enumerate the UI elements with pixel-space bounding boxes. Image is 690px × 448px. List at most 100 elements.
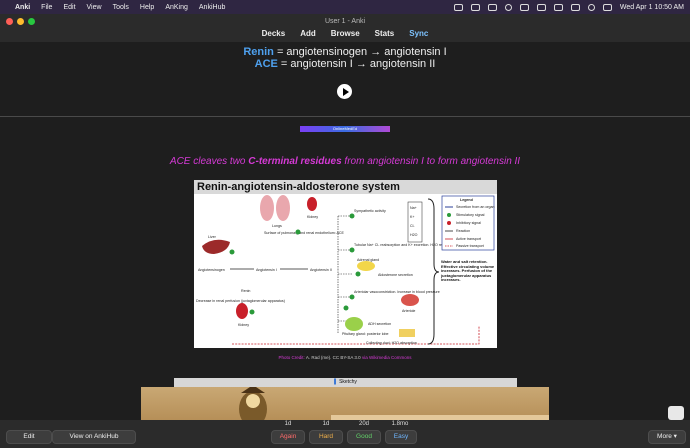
water-salt-note: Water and salt retention. Effective circ… <box>441 260 494 282</box>
interval-good: 20d <box>358 421 369 427</box>
interval-easy: 1.8mo <box>391 421 409 427</box>
front-keyword-ace: ACE <box>254 58 278 70</box>
toolbar-decks[interactable]: Decks <box>262 29 286 42</box>
legend-item-stimulatory: Stimulatory signal <box>456 213 485 217</box>
label-adrenal: Adrenal gland <box>357 258 379 262</box>
lung-right-shape <box>276 195 290 221</box>
minimize-window-button[interactable] <box>17 18 24 25</box>
cloud-sync-icon[interactable] <box>470 3 480 11</box>
label-pituitary: Pituitary gland: posterior lobe <box>342 332 389 336</box>
label-lungs: Lungs <box>272 224 282 228</box>
label-arteriolar: Arteriolar vasoconstriction. Increase in… <box>354 290 440 294</box>
window-titlebar: User 1 - Anki <box>0 14 690 29</box>
back-text-bold: C-terminal residues <box>248 156 342 167</box>
kidney-top-shape <box>307 197 317 211</box>
diagram-title: Renin-angiotensin-aldosterone system <box>194 180 497 194</box>
label-collecting-duct: Collecting duct: H2O absorption <box>366 341 417 345</box>
liver-shape <box>202 239 230 254</box>
toolbar-stats[interactable]: Stats <box>375 29 395 42</box>
label-decrease-perfusion: Decrease in renal perfusion (juxtaglomer… <box>196 299 285 303</box>
menu-ankihub[interactable]: AnkiHub <box>199 4 225 11</box>
sketchy-figure-svg <box>239 387 267 420</box>
menu-file[interactable]: File <box>41 4 52 11</box>
interval-hard: 1d <box>322 421 330 427</box>
view-on-ankihub-button[interactable]: View on AnkiHub <box>52 430 136 444</box>
label-surface: Surface of pulmonary and renal endotheli… <box>264 231 345 235</box>
menu-view[interactable]: View <box>87 4 102 11</box>
review-bottom-bar: Edit View on AnkiHub 1d 1d 20d 1.8mo Aga… <box>0 420 690 448</box>
window-controls <box>6 18 35 25</box>
card-content: Renin = angiotensinogen → angiotensin I … <box>0 42 690 420</box>
label-adh: ADH secretion <box>368 322 391 326</box>
front-text-renin: = angiotensinogen → angiotensin I <box>273 46 447 58</box>
front-text-ace: = angiotensin I → angiotensin II <box>277 58 436 70</box>
label-aldosterone: Aldosterone secretion <box>378 273 413 277</box>
menu-app-name[interactable]: Anki <box>15 4 30 11</box>
legend-item-inhibitory: Inhibitory signal <box>456 221 481 225</box>
music-icon[interactable] <box>519 3 529 11</box>
battery-icon[interactable] <box>553 3 563 11</box>
dropbox-icon[interactable] <box>487 3 497 11</box>
assistant-robot-icon[interactable] <box>668 406 684 420</box>
close-window-button[interactable] <box>6 18 13 25</box>
card-back-text: ACE cleaves two C-terminal residues from… <box>0 156 690 167</box>
onlinemeded-banner[interactable]: OnlineMedEd <box>300 126 390 132</box>
main-toolbar: Decks Add Browse Stats Sync <box>0 29 690 42</box>
label-ion-h2o: H2O <box>410 233 418 237</box>
credit-author: A. Rad (me). CC BY-SA 3.0 <box>305 355 361 360</box>
toolbar-sync[interactable]: Sync <box>409 29 428 42</box>
wifi-icon[interactable] <box>570 3 580 11</box>
menu-edit[interactable]: Edit <box>63 4 75 11</box>
toolbar-add[interactable]: Add <box>300 29 316 42</box>
credit-prefix: Photo Credit: <box>278 355 306 360</box>
menu-tools[interactable]: Tools <box>113 4 129 11</box>
pituitary-shape <box>345 317 363 331</box>
photo-credit: Photo Credit: A. Rad (me). CC BY-SA 3.0 … <box>0 355 690 360</box>
kidney-bottom-shape <box>236 303 248 319</box>
menu-datetime[interactable]: Wed Apr 1 10:50 AM <box>620 4 684 11</box>
menu-help[interactable]: Help <box>140 4 154 11</box>
menu-anking[interactable]: AnKing <box>165 4 188 11</box>
play-audio-button[interactable] <box>337 84 352 99</box>
front-keyword-renin: Renin <box>243 46 274 58</box>
label-angiotensinogen: Angiotensinogen <box>198 268 225 272</box>
hard-button[interactable]: Hard <box>309 430 343 444</box>
zoom-window-button[interactable] <box>28 18 35 25</box>
label-angiotensin-1: Angiotensin I <box>256 268 277 272</box>
label-liver: Liver <box>208 235 217 239</box>
front-line-ace: ACE = angiotensin I → angiotensin II <box>0 58 690 70</box>
legend-item-secretion: Secretion from an organ <box>456 205 495 209</box>
again-button[interactable]: Again <box>271 430 305 444</box>
label-ion-na: Na+ <box>410 206 417 210</box>
label-ion-k: K+ <box>410 215 415 219</box>
credit-source-link[interactable]: via Wikimedia Commons <box>361 355 412 360</box>
label-arteriole: Arteriole <box>402 309 415 313</box>
sketchy-label: Sketchy <box>339 379 357 385</box>
legend-item-active: Active transport <box>456 237 481 241</box>
back-text-post: from angiotensin I to form angiotensin I… <box>341 156 521 167</box>
raas-diagram-image: Renin-angiotensin-aldosterone system Lun… <box>194 180 497 348</box>
cloud-icon[interactable] <box>453 3 463 11</box>
legend-title: Legend <box>460 198 473 202</box>
label-angiotensin-2: Angiotensin II <box>310 268 332 272</box>
toolbar-browse[interactable]: Browse <box>331 29 360 42</box>
card-front: Renin = angiotensinogen → angiotensin I … <box>0 46 690 70</box>
macos-menubar: Anki File Edit View Tools Help AnKing An… <box>0 0 690 14</box>
window-title: User 1 - Anki <box>324 18 366 25</box>
spotlight-search-icon[interactable] <box>587 3 595 11</box>
edit-button[interactable]: Edit <box>6 430 52 444</box>
adrenal-shape <box>357 261 375 271</box>
lung-left-shape <box>260 195 274 221</box>
arteriole-shape <box>401 294 419 306</box>
sketchy-toggle[interactable]: ▌ Sketchy <box>174 378 517 387</box>
brace-shape <box>427 198 440 345</box>
bluetooth-icon[interactable] <box>536 3 546 11</box>
record-icon[interactable] <box>504 3 512 11</box>
control-center-icon[interactable] <box>602 3 612 11</box>
easy-button[interactable]: Easy <box>385 430 417 444</box>
status-area: Wed Apr 1 10:50 AM <box>453 3 684 11</box>
label-renin: Renin <box>241 289 250 293</box>
more-button[interactable]: More ▾ <box>648 430 686 444</box>
good-button[interactable]: Good <box>347 430 381 444</box>
sketchy-marker-icon: ▌ <box>334 379 338 385</box>
